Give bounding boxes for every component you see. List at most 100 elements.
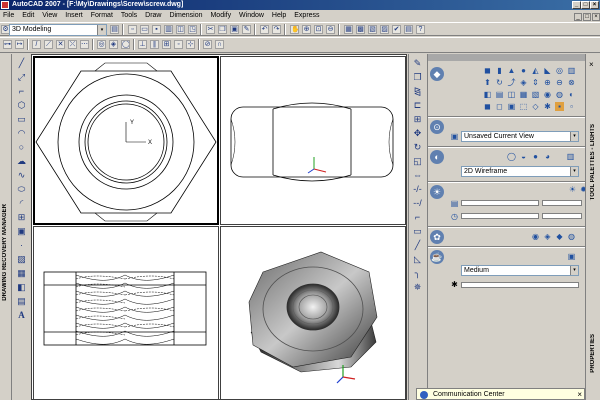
conceptual-style-icon[interactable]: ◕ — [543, 152, 552, 161]
snap-none-icon[interactable]: ⊘ — [203, 40, 212, 49]
menu-window[interactable]: Window — [236, 10, 267, 22]
chevron-down-icon[interactable]: ▾ — [570, 266, 578, 275]
menu-dimension[interactable]: Dimension — [166, 10, 205, 22]
section-plane-icon[interactable]: ▦ — [519, 90, 528, 99]
point-icon[interactable]: · — [16, 240, 27, 251]
separate-icon[interactable]: ◇ — [531, 102, 540, 111]
check-solid-icon[interactable]: ▪ — [555, 102, 564, 111]
trim-icon[interactable]: -/- — [412, 184, 423, 195]
3d-move-icon[interactable]: ◉ — [543, 90, 552, 99]
3d-array-icon[interactable]: ◐ — [567, 90, 576, 99]
snap-insert-icon[interactable]: ⊞ — [162, 40, 171, 49]
menu-draw[interactable]: Draw — [142, 10, 164, 22]
make-block-icon[interactable]: ▣ — [16, 226, 27, 237]
zoom-window-icon[interactable]: ⊡ — [314, 25, 323, 34]
3d-rotate-icon[interactable]: ◍ — [555, 90, 564, 99]
render-region-icon[interactable]: ✱ — [450, 280, 459, 289]
match-properties-icon[interactable]: ✎ — [242, 25, 251, 34]
chevron-down-icon[interactable]: ▾ — [570, 132, 578, 141]
open-icon[interactable]: ▭ — [140, 25, 149, 34]
rotate-icon[interactable]: ↻ — [412, 142, 423, 153]
gradient-icon[interactable]: ▦ — [16, 268, 27, 279]
viewport-front-view[interactable] — [220, 56, 406, 225]
polyline-icon[interactable]: ⌐ — [16, 86, 27, 97]
doc-restore-button[interactable]: □ — [583, 13, 591, 21]
communication-center-notification[interactable]: Communication Center × — [416, 388, 585, 400]
copy-icon[interactable]: ❐ — [412, 72, 423, 83]
thicken-icon[interactable]: ▤ — [495, 90, 504, 99]
doc-close-button[interactable]: × — [592, 13, 600, 21]
pan-icon[interactable]: ✋ — [290, 25, 299, 34]
snap-midpoint-icon[interactable]: ⟋ — [44, 40, 53, 49]
minimize-button[interactable]: _ — [572, 1, 581, 9]
convert-to-surface-icon[interactable]: ◻ — [495, 102, 504, 111]
snap-center-icon[interactable]: ◎ — [97, 40, 106, 49]
menu-insert[interactable]: Insert — [62, 10, 86, 22]
time-value-field[interactable] — [542, 213, 582, 219]
material-attach-icon[interactable]: ◍ — [567, 232, 576, 241]
offset-icon[interactable]: ⊏ — [412, 100, 423, 111]
snap-perpendicular-icon[interactable]: ⊥ — [138, 40, 147, 49]
realistic-style-icon[interactable]: ● — [531, 152, 540, 161]
scale-icon[interactable]: ◱ — [412, 156, 423, 167]
plot-preview-icon[interactable]: ◫ — [176, 25, 185, 34]
multiline-text-icon[interactable]: A — [16, 310, 27, 321]
menu-format[interactable]: Format — [88, 10, 116, 22]
fillet-icon[interactable]: ╮ — [412, 268, 423, 279]
imprint-icon[interactable]: ◫ — [507, 90, 516, 99]
visual-style-manager-icon[interactable]: ▥ — [566, 152, 575, 161]
save-icon[interactable]: ▪ — [152, 25, 161, 34]
break-at-point-icon[interactable]: ⌐ — [412, 212, 423, 223]
maximize-button[interactable]: □ — [581, 1, 590, 9]
menu-tools[interactable]: Tools — [118, 10, 140, 22]
snap-endpoint-icon[interactable]: / — [32, 40, 41, 49]
intersect-icon[interactable]: ⊗ — [567, 78, 576, 87]
hatch-icon[interactable]: ▨ — [16, 254, 27, 265]
brightness-value-field[interactable] — [542, 200, 582, 206]
menu-file[interactable]: File — [0, 10, 17, 22]
wedge-icon[interactable]: ◣ — [543, 66, 552, 75]
union-icon[interactable]: ⊕ — [543, 78, 552, 87]
palette-close-icon[interactable]: × — [589, 60, 594, 69]
viewport-side-view[interactable] — [33, 226, 219, 400]
sheet-set-icon[interactable]: ▨ — [380, 25, 389, 34]
snap-nearest-icon[interactable]: ⊹ — [186, 40, 195, 49]
lights-panel-icon[interactable]: ☀ — [430, 185, 444, 199]
osnap-settings-icon[interactable]: ∩ — [215, 40, 224, 49]
doc-minimize-button[interactable]: _ — [574, 13, 582, 21]
view-select[interactable]: Unsaved Current View ▾ — [461, 131, 579, 142]
join-icon[interactable]: ╱ — [412, 240, 423, 251]
tracking-icon[interactable]: ⊶ — [3, 40, 12, 49]
materials-icon[interactable]: ◉ — [531, 232, 540, 241]
brightness-slider[interactable] — [461, 200, 539, 206]
chevron-down-icon[interactable]: ▾ — [97, 25, 106, 35]
qnew-icon[interactable]: ▫ — [128, 25, 137, 34]
torus-icon[interactable]: ◎ — [555, 66, 564, 75]
convert-to-solid-icon[interactable]: ◼ — [483, 102, 492, 111]
help-icon[interactable]: ? — [416, 25, 425, 34]
menu-view[interactable]: View — [39, 10, 60, 22]
cylinder-icon[interactable]: ▮ — [495, 66, 504, 75]
tool-palettes-icon[interactable]: ▧ — [368, 25, 377, 34]
cone-icon[interactable]: ▲ — [507, 66, 516, 75]
copy-icon[interactable]: ❐ — [218, 25, 227, 34]
revision-cloud-icon[interactable]: ☁ — [16, 156, 27, 167]
render-exposure-slider[interactable] — [461, 282, 579, 288]
rectangle-icon[interactable]: ▭ — [16, 114, 27, 125]
polysolid-icon[interactable]: ▥ — [567, 66, 576, 75]
close-button[interactable]: × — [590, 1, 599, 9]
clean-icon[interactable]: ✱ — [543, 102, 552, 111]
3d-make-panel-icon[interactable]: ◆ — [430, 67, 444, 81]
array-icon[interactable]: ⊞ — [412, 114, 423, 125]
properties-icon[interactable]: ▦ — [344, 25, 353, 34]
pyramid-icon[interactable]: ◭ — [531, 66, 540, 75]
slice-icon[interactable]: ◧ — [483, 90, 492, 99]
erase-icon[interactable]: ✎ — [412, 58, 423, 69]
menu-edit[interactable]: Edit — [19, 10, 37, 22]
explode-icon[interactable]: ✵ — [412, 282, 423, 293]
stretch-icon[interactable]: ⇔ — [412, 170, 423, 181]
revolve-icon[interactable]: ↻ — [495, 78, 504, 87]
extract-edges-icon[interactable]: ▣ — [507, 102, 516, 111]
zoom-realtime-icon[interactable]: ⊕ — [302, 25, 311, 34]
3d-align-icon[interactable]: ▧ — [531, 90, 540, 99]
